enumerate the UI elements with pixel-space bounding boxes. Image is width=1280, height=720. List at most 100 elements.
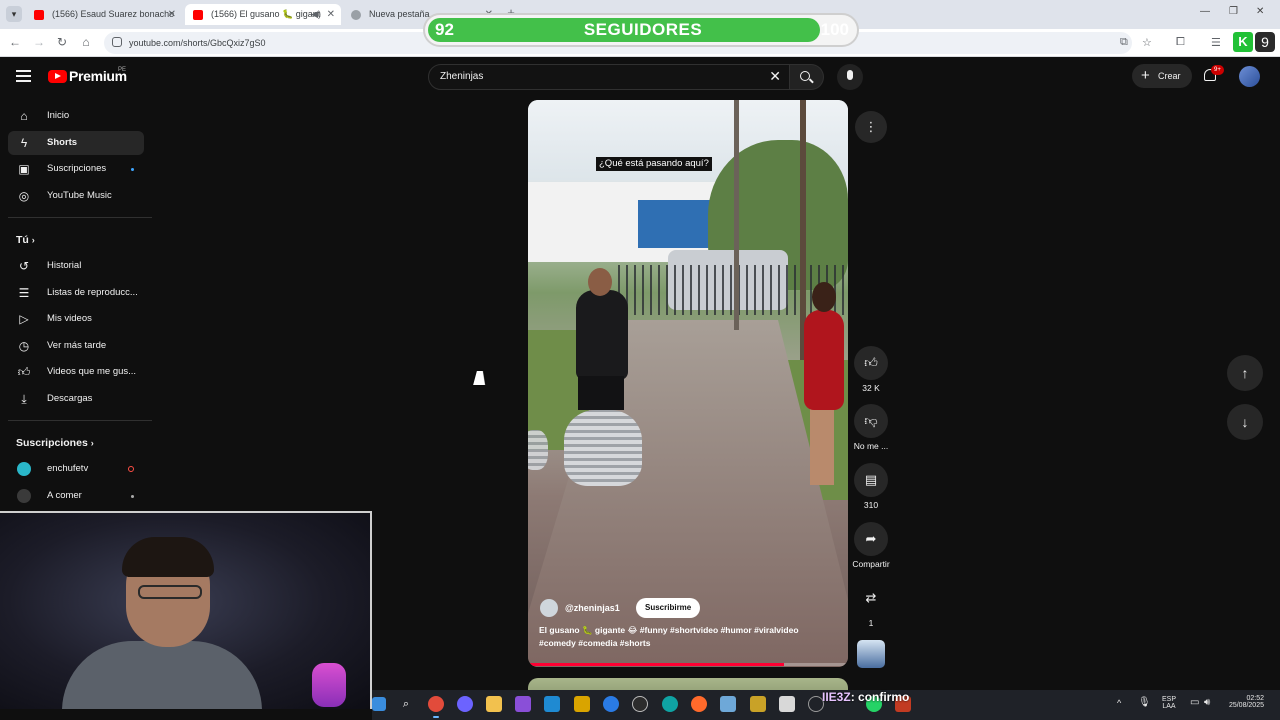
sidebar-item-ver-mas-tarde[interactable]: ◷ Ver más tarde xyxy=(8,334,144,358)
sidebar-item-descargas[interactable]: ⤓ Descargas xyxy=(8,387,144,411)
app-icon[interactable] xyxy=(603,696,619,712)
sidebar-item-label: Ver más tarde xyxy=(47,340,107,351)
followers-goal-overlay: 92 SEGUIDORES 100 xyxy=(423,13,859,47)
video-man-head xyxy=(588,268,612,296)
chrome-icon[interactable] xyxy=(428,696,444,718)
dislike-button[interactable]: 👎︎ No me ... xyxy=(846,404,896,451)
create-button[interactable]: + Crear xyxy=(1132,64,1192,88)
sidebar-item-label: A comer xyxy=(47,490,82,501)
sidebar-item-shorts[interactable]: ϟ Shorts xyxy=(8,131,144,155)
sidebar-item-label: YouTube Music xyxy=(47,190,112,201)
tray-overflow-icon[interactable]: ^ xyxy=(1117,698,1121,708)
share-button[interactable]: ➦ Compartir xyxy=(846,522,896,569)
clock[interactable]: 02:52 25/08/2025 xyxy=(1222,695,1264,709)
sidebar-item-playlists[interactable]: ☰ Listas de reproducc... xyxy=(8,281,144,305)
sidebar-you-header[interactable]: Tú › xyxy=(16,234,35,246)
subscriptions-icon: ▣ xyxy=(18,162,30,176)
restore-icon[interactable]: ❐ xyxy=(1229,6,1238,17)
vscode-icon[interactable] xyxy=(544,696,560,712)
sidebar-subs-header[interactable]: Suscripciones › xyxy=(16,437,94,449)
microphone-icon[interactable]: 🎙︎ xyxy=(1138,697,1151,708)
next-short-arrow-icon[interactable]: ↓ xyxy=(1227,404,1263,440)
download-icon: ⤓ xyxy=(21,392,27,406)
app-icon[interactable] xyxy=(720,696,736,712)
browser-tab-1[interactable]: (1566) Esaud Suarez bonacho ✕ xyxy=(26,4,182,25)
subscribe-button[interactable]: Suscribirme xyxy=(636,598,701,618)
comment-icon: ▤ xyxy=(854,463,888,497)
channel-avatar xyxy=(17,489,31,503)
sidebar-item-historial[interactable]: ↺ Historial xyxy=(8,254,144,278)
notifications-badge: 9+ xyxy=(1211,65,1224,75)
sidebar-sub-enchufetv[interactable]: enchufetv xyxy=(8,457,144,481)
app-icon[interactable] xyxy=(750,696,766,712)
edge-icon[interactable] xyxy=(662,696,678,712)
clear-search-icon[interactable]: ✕ xyxy=(769,68,781,85)
app-icon[interactable] xyxy=(779,696,795,712)
obs-icon[interactable] xyxy=(632,696,648,712)
search-input[interactable]: Zheninjas ✕ xyxy=(428,64,790,90)
windows-start-icon[interactable] xyxy=(372,697,386,711)
tab-search-icon[interactable]: ▾ xyxy=(6,6,22,22)
minimize-icon[interactable]: — xyxy=(1200,6,1210,17)
close-tab-icon[interactable]: ✕ xyxy=(168,4,176,25)
sidebar-item-inicio[interactable]: ⌂ Inicio xyxy=(8,104,144,128)
reading-list-icon[interactable]: ☰ xyxy=(1211,36,1221,49)
back-arrow-icon[interactable]: ← xyxy=(7,35,23,49)
clock-icon: ◷ xyxy=(18,339,30,353)
app-icon[interactable] xyxy=(574,696,590,712)
history-icon: ↺ xyxy=(18,259,30,273)
extensions-icon[interactable]: ⧠ xyxy=(1176,36,1185,49)
account-avatar[interactable] xyxy=(1239,66,1260,87)
sidebar-item-label: Suscripciones xyxy=(47,163,107,174)
browser-tab-2[interactable]: (1566) El gusano 🐛 gigant ◀) ✕ xyxy=(185,4,341,25)
sidebar-sub-a-comer[interactable]: A comer xyxy=(8,484,144,508)
menu-icon[interactable] xyxy=(16,70,31,82)
sidebar-item-suscripciones[interactable]: ▣ Suscripciones xyxy=(8,157,144,181)
forward-arrow-icon[interactable]: → xyxy=(31,35,47,49)
my-videos-icon: ▷ xyxy=(19,312,29,326)
volume-icon[interactable]: 🔊︎ xyxy=(1204,697,1210,708)
previous-short-arrow-icon[interactable]: ↑ xyxy=(1227,355,1263,391)
close-window-icon[interactable]: ✕ xyxy=(1256,6,1264,17)
shorts-video-player[interactable]: ¿Qué está pasando aquí? @zheninjas1 Susc… xyxy=(528,100,848,667)
comments-button[interactable]: ▤ 310 xyxy=(846,463,896,510)
like-button[interactable]: 👍︎ 32 K xyxy=(846,346,896,393)
youtube-favicon-icon xyxy=(34,10,44,20)
language-region: LAA xyxy=(1162,703,1176,710)
sidebar-item-youtube-music[interactable]: ◎ YouTube Music xyxy=(8,184,144,208)
video-progress-bar[interactable] xyxy=(528,663,848,666)
channel-name[interactable]: @zheninjas1 xyxy=(565,599,620,617)
windows-taskbar: ⌕ IIE3Z: confirmo ^ 🎙︎ ESP LAA ▭ 🔊︎ 02:5… xyxy=(372,690,1280,720)
home-button-icon[interactable]: ⌂ xyxy=(78,35,94,49)
copilot-icon[interactable] xyxy=(457,696,473,712)
site-info-icon[interactable] xyxy=(112,37,122,47)
youtube-logo-icon[interactable] xyxy=(48,70,67,83)
file-explorer-icon[interactable] xyxy=(486,696,502,712)
chevron-right-icon: › xyxy=(31,235,35,245)
video-description[interactable]: El gusano 🐛 gigante 😂 #funny #shortvideo… xyxy=(539,624,829,650)
stream-chat-message: IIE3Z: confirmo xyxy=(822,690,909,704)
profile-extension-icon[interactable]: 9 xyxy=(1255,32,1275,52)
bookmark-star-icon[interactable]: ☆ xyxy=(1142,36,1152,49)
youtube-masthead: Premium PE Zheninjas ✕ + Crear 9+ xyxy=(0,58,1280,96)
app-icon[interactable] xyxy=(691,696,707,712)
streamer-hair xyxy=(122,537,214,577)
network-icon[interactable]: ▭ xyxy=(1190,697,1199,708)
language-indicator[interactable]: ESP LAA xyxy=(1162,696,1176,710)
followers-goal: 100 xyxy=(820,20,849,39)
channel-avatar[interactable] xyxy=(540,599,558,617)
more-options-icon[interactable]: ⋮ xyxy=(855,111,887,143)
remix-button[interactable]: ⇄ 1 xyxy=(846,581,896,628)
reload-icon[interactable]: ↻ xyxy=(54,35,70,49)
voice-search-icon[interactable] xyxy=(837,64,863,90)
speaker-icon[interactable]: ◀) xyxy=(311,4,321,25)
sidebar-item-mis-videos[interactable]: ▷ Mis videos xyxy=(8,307,144,331)
search-button[interactable] xyxy=(790,64,824,90)
taskbar-search-icon[interactable]: ⌕ xyxy=(398,696,414,712)
sidebar-item-liked-videos[interactable]: 👍︎ Videos que me gus... xyxy=(8,360,144,384)
install-app-icon[interactable]: ⧉ xyxy=(1120,36,1128,49)
sound-thumbnail[interactable] xyxy=(857,640,885,668)
visual-studio-icon[interactable] xyxy=(515,696,531,712)
close-tab-icon[interactable]: ✕ xyxy=(327,4,335,25)
kick-extension-icon[interactable]: K xyxy=(1233,32,1253,52)
